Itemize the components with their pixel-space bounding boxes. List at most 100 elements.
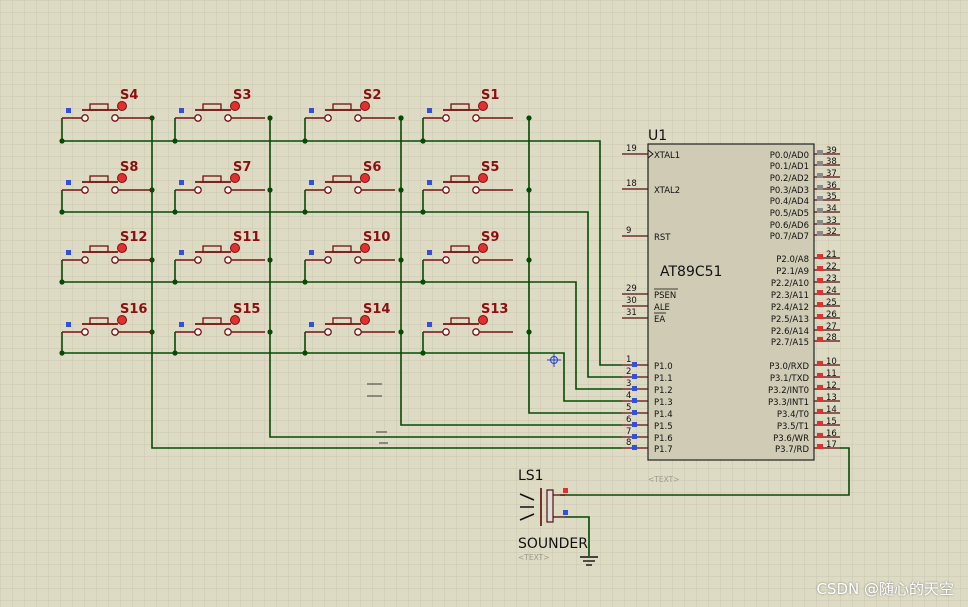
switch-label: S5 xyxy=(481,160,499,175)
pin-number: 15 xyxy=(826,417,837,427)
pin-label: P1.3 xyxy=(654,398,673,408)
pin-label: P3.7/RD xyxy=(775,445,809,455)
pin-marker-icon xyxy=(817,326,823,331)
pin-label: P1.1 xyxy=(654,374,673,384)
switch-contact-icon xyxy=(81,256,89,264)
switch-contact-icon xyxy=(354,328,362,336)
pin-number: 5 xyxy=(626,403,631,413)
pin-number: 11 xyxy=(826,369,837,379)
buzzer-part: SOUNDER xyxy=(518,536,588,552)
pin-label: P1.5 xyxy=(654,422,673,432)
switch-contact-icon xyxy=(81,328,89,336)
pin-marker-icon xyxy=(817,314,823,319)
switch-label: S16 xyxy=(120,302,147,317)
buzzer-ref: LS1 xyxy=(518,468,544,484)
pin-number: 27 xyxy=(826,322,837,332)
pin-number: 7 xyxy=(626,427,631,437)
pin-marker-icon xyxy=(563,488,568,493)
pin-number: 31 xyxy=(626,308,637,318)
pin-marker-icon xyxy=(632,398,637,403)
switch-label: S13 xyxy=(481,302,508,317)
pin-marker-icon xyxy=(632,374,637,379)
pin-label: P1.7 xyxy=(654,445,673,455)
switch-contact-icon xyxy=(224,186,232,194)
watermark: CSDN @随心的天空 xyxy=(816,580,954,598)
pin-marker-icon xyxy=(817,196,823,201)
switch-label: S11 xyxy=(233,230,260,245)
switch-contact-icon xyxy=(472,328,480,336)
pin-marker-icon xyxy=(66,108,71,113)
pin-label: XTAL2 xyxy=(654,186,680,196)
pin-marker-icon xyxy=(632,434,637,439)
pin-label: P0.1/AD1 xyxy=(770,162,809,172)
pin-label: P3.5/T1 xyxy=(777,422,809,432)
pin-label: P0.5/AD5 xyxy=(770,209,809,219)
switch-contact-icon xyxy=(111,186,119,194)
pin-label: P1.0 xyxy=(654,362,673,372)
pin-number: 16 xyxy=(826,429,837,439)
switch-contact-icon xyxy=(472,114,480,122)
switch-contact-icon xyxy=(194,186,202,194)
switch-contact-icon xyxy=(194,114,202,122)
pin-marker-icon xyxy=(817,444,823,449)
switch-label: S9 xyxy=(481,230,499,245)
switch-contact-icon xyxy=(442,186,450,194)
pin-label: P3.6/WR xyxy=(773,434,809,444)
switch-label: S2 xyxy=(363,88,381,103)
switch-label: S3 xyxy=(233,88,251,103)
switch-contact-icon xyxy=(81,186,89,194)
pin-number: 34 xyxy=(826,204,837,214)
pin-marker-icon xyxy=(632,410,637,415)
switch-contact-icon xyxy=(472,186,480,194)
switch-contact-icon xyxy=(324,328,332,336)
pin-number: 21 xyxy=(826,250,837,260)
pin-number: 19 xyxy=(626,144,637,154)
pin-label: P3.3/INT1 xyxy=(768,398,809,408)
pin-marker-icon xyxy=(817,409,823,414)
switch-label: S7 xyxy=(233,160,251,175)
pin-number: 28 xyxy=(826,333,837,343)
switch-contact-icon xyxy=(194,256,202,264)
pin-number: 4 xyxy=(626,391,631,401)
pin-marker-icon xyxy=(563,510,568,515)
pin-marker-icon xyxy=(817,373,823,378)
pin-label: P2.0/A8 xyxy=(776,255,809,265)
switch-contact-icon xyxy=(81,114,89,122)
switch-contact-icon xyxy=(442,114,450,122)
pin-label: P0.0/AD0 xyxy=(770,151,809,161)
pin-marker-icon xyxy=(179,322,184,327)
schematic-svg: S4 S3 S2 S1S8 S7 S6 S5S12 S11 S10 S9S16 S15 S14 S13 … xyxy=(0,0,968,607)
pin-label: P0.4/AD4 xyxy=(770,197,809,207)
pin-marker-icon xyxy=(179,250,184,255)
pin-marker-icon xyxy=(817,385,823,390)
pin-label: P2.3/A11 xyxy=(771,291,809,301)
pin-label: P3.2/INT0 xyxy=(768,386,809,396)
pin-label: P1.4 xyxy=(654,410,673,420)
pin-number: 37 xyxy=(826,169,837,179)
pin-marker-icon xyxy=(817,254,823,259)
switch-contact-icon xyxy=(224,256,232,264)
pin-number: 6 xyxy=(626,415,631,425)
pin-label: P3.0/RXD xyxy=(769,362,809,372)
switch-contact-icon xyxy=(111,114,119,122)
switch-label: S12 xyxy=(120,230,147,245)
pin-label: RST xyxy=(654,233,671,243)
pin-label: P1.6 xyxy=(654,434,673,444)
pin-marker-icon xyxy=(817,266,823,271)
pin-marker-icon xyxy=(817,185,823,190)
pin-number: 12 xyxy=(826,381,837,391)
switch-label: S10 xyxy=(363,230,390,245)
switch-contact-icon xyxy=(354,186,362,194)
pin-label: XTAL1 xyxy=(654,151,680,161)
switch-label: S14 xyxy=(363,302,390,317)
pin-marker-icon xyxy=(309,108,314,113)
pin-marker-icon xyxy=(179,180,184,185)
pin-number: 1 xyxy=(626,355,631,365)
pin-number: 14 xyxy=(826,405,837,415)
pin-marker-icon xyxy=(309,322,314,327)
chip-text-placeholder: <TEXT> xyxy=(648,475,679,484)
schematic-canvas[interactable]: S4 S3 S2 S1 S8 S7 S6 S5 S12 S11 S10 S9 S16 S15 S14 S13 … xyxy=(0,0,968,607)
pin-marker-icon xyxy=(817,433,823,438)
pin-marker-icon xyxy=(817,150,823,155)
pin-number: 3 xyxy=(626,379,631,389)
